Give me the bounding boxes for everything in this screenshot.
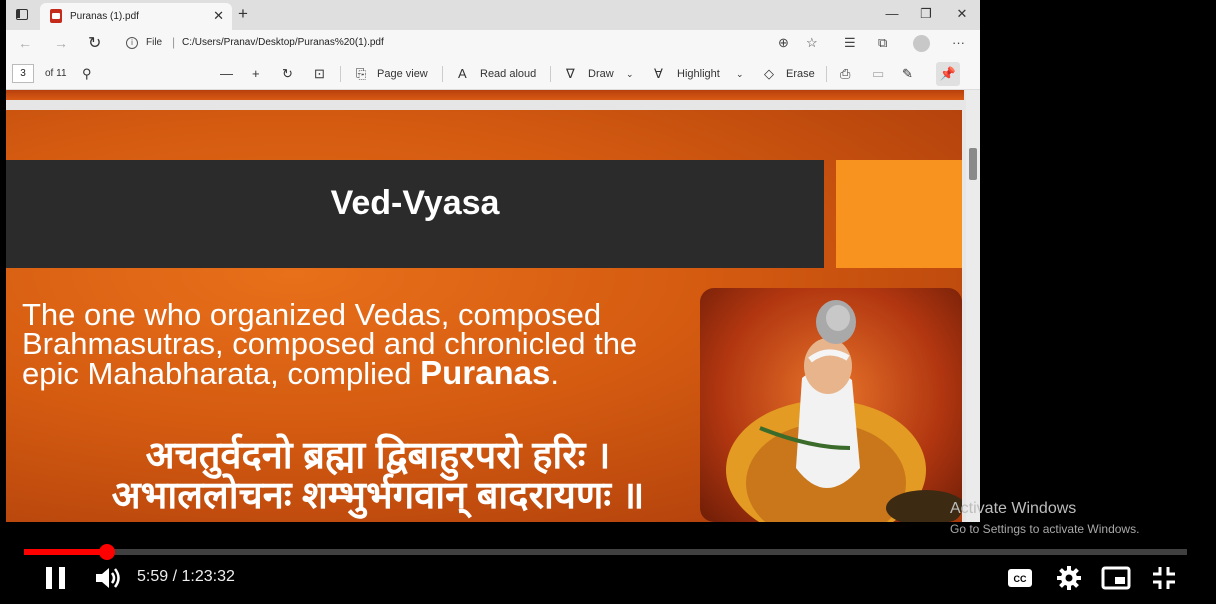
volume-icon[interactable] (94, 566, 122, 590)
minimize-icon[interactable]: — (882, 6, 902, 21)
profile-avatar[interactable] (913, 35, 930, 52)
accent-box (836, 160, 962, 268)
pdf-toolbar: 3 of 11 ⚲ — + ↻ ⊡ ⎘ Page view A Read alo… (6, 58, 980, 90)
print-icon[interactable]: ⎙ (840, 66, 850, 82)
browser-tab[interactable]: Puranas (1).pdf ✕ (40, 3, 232, 30)
favorite-star-icon[interactable]: ☆ (806, 35, 818, 51)
page-total: of 11 (45, 68, 67, 79)
pdf-file-icon (50, 9, 62, 23)
back-arrow-icon[interactable]: ← (18, 35, 32, 51)
sanskrit-line-2: अभाललोचनः शम्भुर्भगवान् बादरायणः ॥ (111, 475, 645, 517)
sage-illustration (726, 300, 962, 522)
pdf-page: Ved-Vyasa The one who organized Vedas, c… (6, 110, 962, 522)
previous-page-edge (6, 90, 964, 100)
address-divider: | (172, 35, 176, 49)
closed-captions-icon[interactable]: CC (1007, 568, 1033, 588)
favorites-list-icon[interactable]: ☰ (844, 35, 856, 51)
zoom-icon[interactable]: ⊕ (778, 35, 789, 51)
page-number-input[interactable]: 3 (12, 64, 34, 83)
window-close-icon[interactable]: ✕ (952, 6, 972, 22)
chevron-down-icon[interactable]: ⌄ (736, 69, 744, 80)
pause-icon[interactable] (46, 567, 68, 589)
slide-body-text: The one who organized Vedas, composed Br… (22, 299, 702, 391)
zoom-out-icon[interactable]: — (220, 66, 233, 81)
eraser-icon[interactable]: ◇ (764, 66, 774, 82)
rotate-icon[interactable]: ↻ (282, 66, 293, 82)
page-view-icon[interactable]: ⎘ (356, 66, 366, 82)
read-aloud-button[interactable]: Read aloud (480, 68, 536, 80)
read-aloud-icon[interactable]: A (458, 66, 467, 81)
vertical-scrollbar[interactable] (966, 90, 980, 522)
activate-windows-title: Activate Windows (950, 500, 1077, 517)
sanskrit-verse: अचतुर्वदनो ब्रह्मा द्विबाहुरपरो हरिः । अ… (38, 436, 718, 516)
close-icon[interactable]: ✕ (213, 8, 224, 24)
toolbar-divider (442, 66, 443, 82)
new-tab-icon[interactable]: + (238, 4, 248, 24)
toolbar-divider (826, 66, 827, 82)
chevron-down-icon[interactable]: ⌄ (626, 69, 634, 80)
browser-window: Puranas (1).pdf ✕ + — ❐ ✕ ← → ↻ i File |… (6, 0, 980, 522)
tab-title: Puranas (1).pdf (70, 11, 139, 22)
draw-icon[interactable]: ∇ (566, 66, 575, 82)
forward-arrow-icon[interactable]: → (54, 35, 68, 51)
time-display: 5:59 / 1:23:32 (137, 568, 235, 585)
highlight-button[interactable]: Highlight (677, 68, 720, 80)
sanskrit-line-1: अचतुर्वदनो ब्रह्मा द्विबाहुरपरो हरिः । (145, 435, 611, 477)
refresh-icon[interactable]: ↻ (88, 33, 101, 53)
restore-icon[interactable]: ❐ (916, 6, 936, 22)
save-as-icon[interactable]: ✎ (902, 66, 913, 82)
progress-scrubber[interactable] (99, 544, 116, 560)
more-menu-icon[interactable]: ··· (952, 35, 965, 50)
collections-icon[interactable]: ⧉ (878, 35, 887, 51)
slide-body-end: . (550, 356, 559, 391)
video-player-stage: Puranas (1).pdf ✕ + — ❐ ✕ ← → ↻ i File |… (0, 0, 1216, 604)
vyasa-portrait-image (700, 288, 962, 522)
svg-text:CC: CC (1014, 574, 1027, 584)
activate-windows-subtitle: Go to Settings to activate Windows. (950, 522, 1140, 536)
tab-actions-icon[interactable] (16, 9, 28, 20)
exit-fullscreen-icon[interactable] (1151, 565, 1177, 591)
pin-icon[interactable]: 📌 (936, 62, 960, 86)
zoom-in-icon[interactable]: + (252, 66, 260, 81)
slide-title: Ved-Vyasa (330, 184, 500, 222)
toolbar-divider (340, 66, 341, 82)
page-view-button[interactable]: Page view (377, 68, 428, 80)
erase-button[interactable]: Erase (786, 68, 815, 80)
scrollbar-thumb[interactable] (969, 148, 977, 180)
settings-gear-icon[interactable] (1057, 566, 1081, 590)
draw-button[interactable]: Draw (588, 68, 614, 80)
progress-bar[interactable] (24, 544, 1187, 560)
address-bar: ← → ↻ i File | C:/Users/Pranav/Desktop/P… (6, 30, 980, 58)
tab-bar: Puranas (1).pdf ✕ + — ❐ ✕ (6, 0, 980, 30)
progress-played (24, 549, 108, 555)
address-url[interactable]: C:/Users/Pranav/Desktop/Puranas%20(1).pd… (182, 37, 384, 48)
address-scheme: File (146, 37, 163, 48)
pdf-viewer[interactable]: Ved-Vyasa The one who organized Vedas, c… (6, 90, 980, 522)
search-icon[interactable]: ⚲ (82, 66, 92, 82)
save-icon[interactable]: ▭ (872, 66, 884, 82)
info-icon[interactable]: i (126, 37, 138, 49)
miniplayer-icon[interactable] (1101, 566, 1131, 590)
highlight-icon[interactable]: ∀ (654, 66, 663, 82)
toolbar-divider (550, 66, 551, 82)
fit-page-icon[interactable]: ⊡ (314, 66, 325, 82)
slide-body-bold: Puranas (420, 354, 551, 391)
